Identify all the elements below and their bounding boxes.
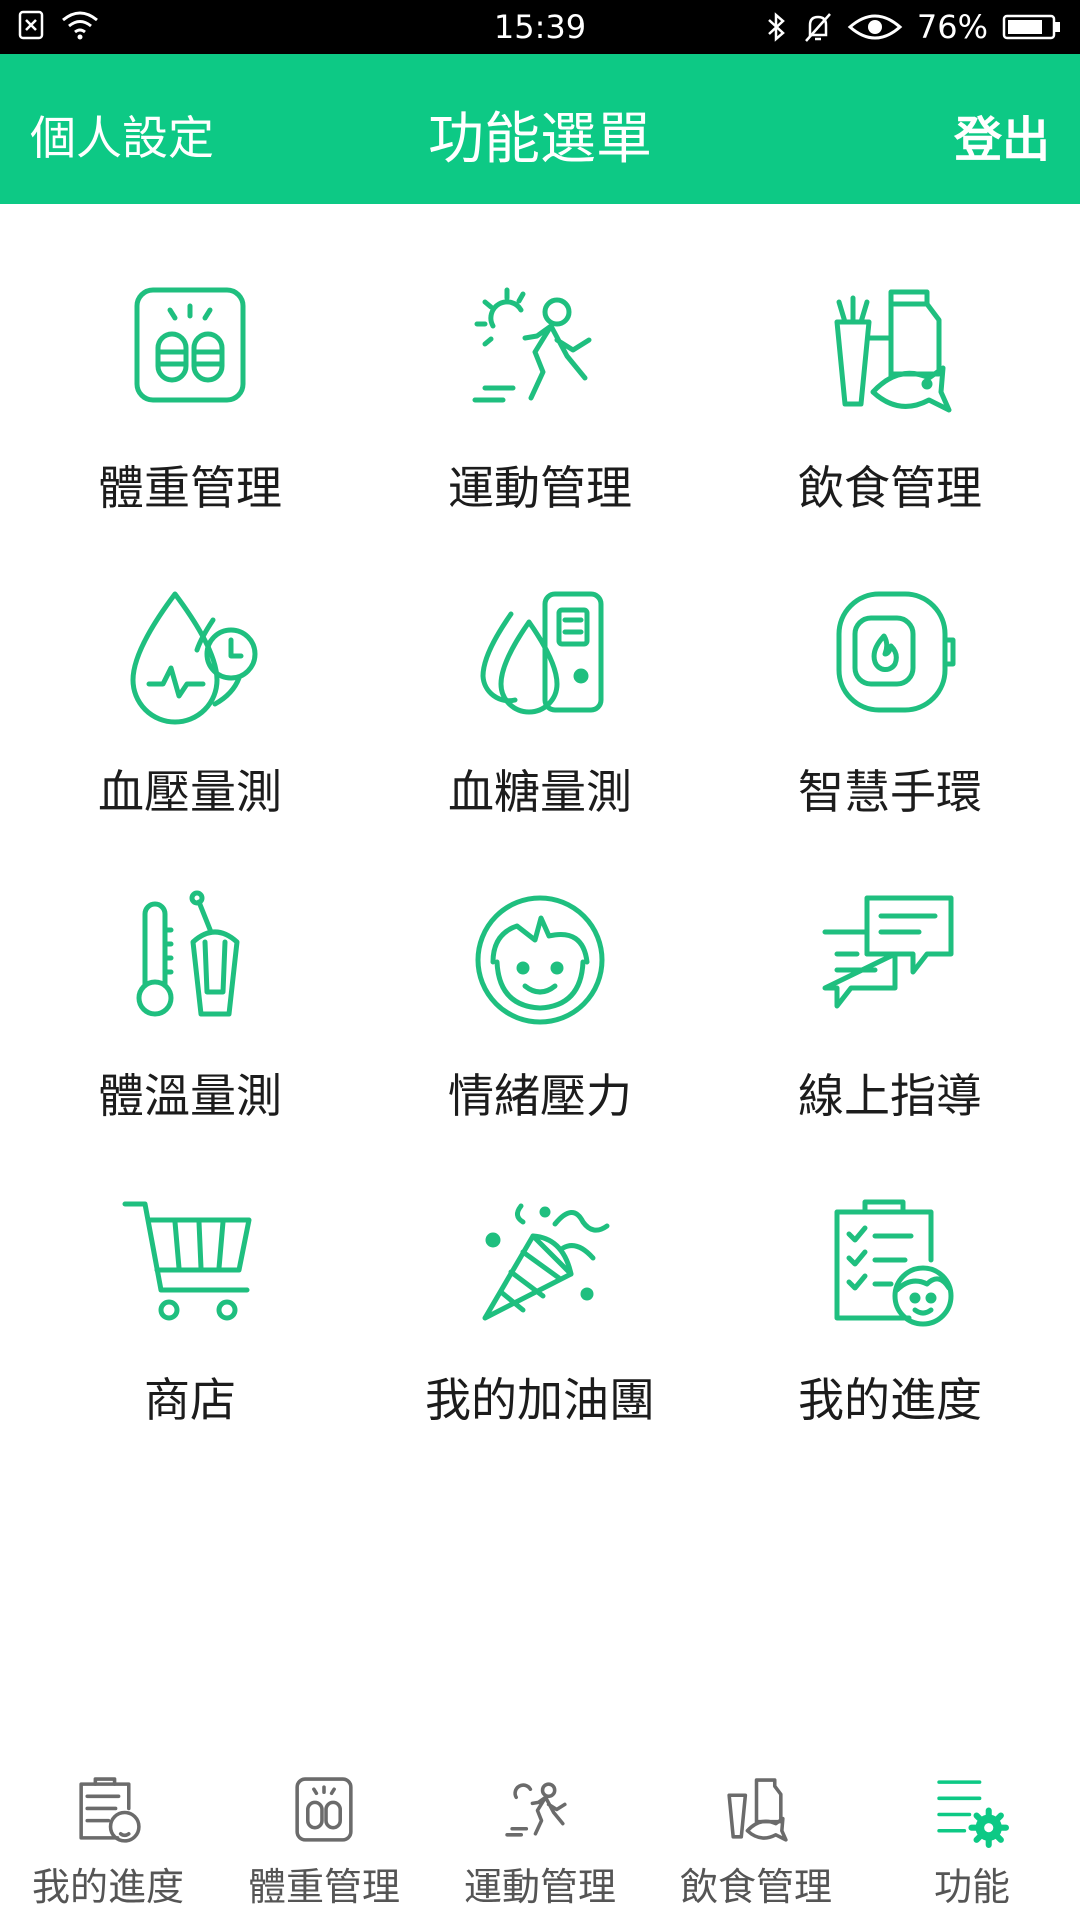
smart-band-icon bbox=[815, 584, 965, 734]
logout-button[interactable]: 登出 bbox=[954, 100, 1050, 170]
eye-icon bbox=[847, 11, 903, 43]
page-title: 功能選單 bbox=[428, 107, 652, 172]
nav-label: 體重管理 bbox=[247, 1865, 400, 1909]
menu-item-exercise[interactable]: 運動管理 bbox=[360, 204, 720, 515]
nav-label: 運動管理 bbox=[463, 1865, 616, 1909]
progress-clipboard-icon bbox=[815, 1192, 965, 1342]
menu-item-blood-sugar[interactable]: 血糖量測 bbox=[360, 508, 720, 819]
nav-diet[interactable]: 飲食管理 bbox=[648, 1760, 864, 1920]
menu-item-my-progress[interactable]: 我的進度 bbox=[710, 1116, 1070, 1427]
menu-item-smart-band[interactable]: 智慧手環 bbox=[710, 508, 1070, 819]
chat-icon bbox=[815, 888, 965, 1038]
menu-item-diet[interactable]: 飲食管理 bbox=[710, 204, 1070, 515]
blood-pressure-icon bbox=[115, 584, 265, 734]
nav-label: 飲食管理 bbox=[679, 1865, 832, 1909]
status-right-icons: 76% bbox=[765, 8, 1062, 46]
battery-percent: 76% bbox=[916, 8, 988, 46]
menu-label: 商店 bbox=[144, 1373, 236, 1427]
status-bar: 15:39 76% bbox=[0, 0, 1080, 54]
menu-label: 我的加油團 bbox=[425, 1373, 655, 1427]
bottom-navigation: 我的進度 體重管理 運動管理 飲食管理 功能 bbox=[0, 1760, 1080, 1920]
nav-exercise[interactable]: 運動管理 bbox=[432, 1760, 648, 1920]
nav-weight[interactable]: 體重管理 bbox=[216, 1760, 432, 1920]
mood-face-icon bbox=[465, 888, 615, 1038]
nav-my-progress[interactable]: 我的進度 bbox=[0, 1760, 216, 1920]
menu-label: 我的進度 bbox=[798, 1373, 982, 1427]
scale-icon bbox=[286, 1774, 362, 1850]
nav-label: 功能 bbox=[933, 1865, 1010, 1909]
blood-sugar-icon bbox=[465, 584, 615, 734]
battery-icon bbox=[1002, 12, 1062, 42]
menu-item-cheer-team[interactable]: 我的加油團 bbox=[360, 1116, 720, 1427]
menu-item-online-guidance[interactable]: 線上指導 bbox=[710, 812, 1070, 1123]
food-icon bbox=[815, 280, 965, 430]
scale-icon bbox=[115, 280, 265, 430]
party-popper-icon bbox=[465, 1192, 615, 1342]
menu-item-mood-stress[interactable]: 情緒壓力 bbox=[360, 812, 720, 1123]
menu-item-blood-pressure[interactable]: 血壓量測 bbox=[10, 508, 370, 819]
nav-functions[interactable]: 功能 bbox=[864, 1760, 1080, 1920]
menu-item-weight[interactable]: 體重管理 bbox=[10, 204, 370, 515]
running-icon bbox=[502, 1774, 578, 1850]
app-header: 個人設定 功能選單 登出 bbox=[0, 54, 1080, 204]
thermometer-icon bbox=[115, 888, 265, 1038]
menu-gear-icon bbox=[934, 1774, 1010, 1850]
menu-item-store[interactable]: 商店 bbox=[10, 1116, 370, 1427]
bell-muted-icon bbox=[803, 11, 833, 43]
food-icon bbox=[718, 1774, 794, 1850]
function-menu-grid: 體重管理 運動管理 飲食管理 血壓量測 血糖量測 智慧手環 體溫量測 情緒壓力 … bbox=[0, 204, 1080, 1427]
nav-label: 我的進度 bbox=[31, 1865, 184, 1909]
bluetooth-icon bbox=[765, 11, 789, 43]
running-icon bbox=[465, 280, 615, 430]
progress-clipboard-icon bbox=[70, 1774, 146, 1850]
menu-item-temperature[interactable]: 體溫量測 bbox=[10, 812, 370, 1123]
cart-icon bbox=[115, 1192, 265, 1342]
